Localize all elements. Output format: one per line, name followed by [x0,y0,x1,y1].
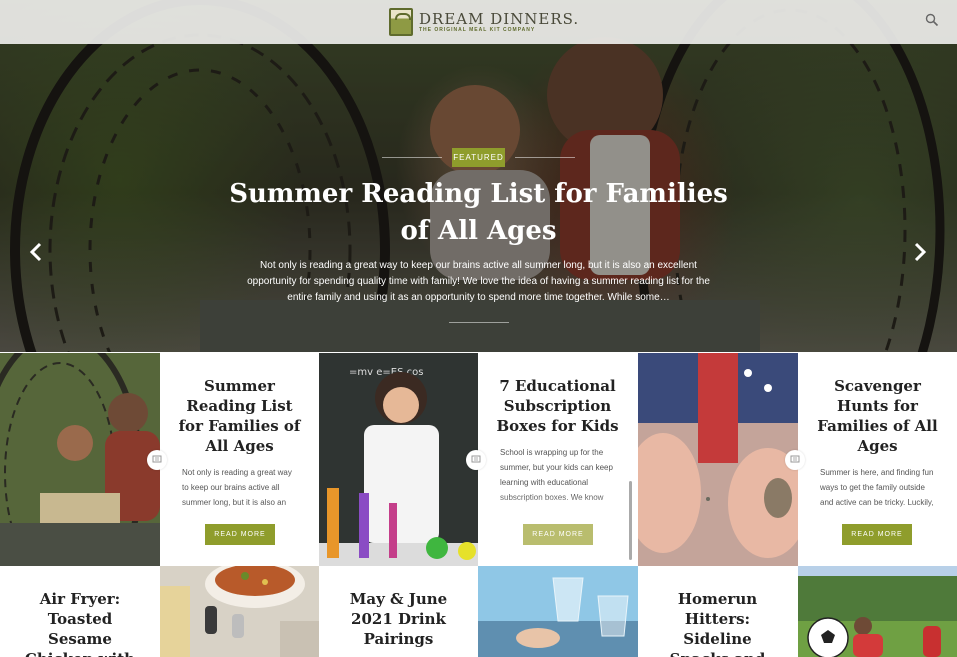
post-title[interactable]: Air Fryer: Toasted Sesame Chicken with [14,589,146,657]
post-image-soccer[interactable] [798,566,957,657]
chevron-right-icon[interactable] [912,242,928,262]
search-icon[interactable] [925,13,939,27]
post-image-drinks[interactable] [478,566,638,657]
logo-mark-icon [389,8,413,36]
post-title[interactable]: May & June 2021 Drink Pairings [333,589,464,649]
featured-hero[interactable]: FEATURED Summer Reading List for Familie… [0,0,957,352]
post-title[interactable]: Homerun Hitters: Sideline Snacks and [652,589,783,657]
comment-icon [466,450,486,470]
post-image-reading[interactable] [0,353,160,566]
card-scrollbar[interactable] [629,481,632,560]
post-image-science[interactable]: =mv e=ES cos E=mc² [319,353,478,566]
comment-icon [785,450,805,470]
comment-icon [147,450,167,470]
hero-excerpt: Not only is reading a great way to keep … [247,260,710,303]
post-card-air-fryer: Air Fryer: Toasted Sesame Chicken with [0,566,160,657]
logo-subtitle: THE ORIGINAL MEAL KIT COMPANY [419,26,536,33]
read-more-button[interactable]: READ MORE [523,524,593,545]
site-header: DREAM DINNERS. THE ORIGINAL MEAL KIT COM… [0,0,957,44]
hero-divider [449,322,509,323]
post-card-homerun: Homerun Hitters: Sideline Snacks and [638,566,798,657]
read-more-button[interactable]: READ MORE [205,524,275,545]
post-title[interactable]: 7 Educational Subscription Boxes for Kid… [492,376,623,436]
hero-title[interactable]: Summer Reading List for Families of All … [220,176,737,250]
logo-title: DREAM DINNERS. [419,9,580,28]
read-more-button[interactable]: READ MORE [842,524,912,545]
post-title[interactable]: Scavenger Hunts for Families of All Ages [812,376,943,456]
post-title[interactable]: Summer Reading List for Families of All … [174,376,305,456]
chevron-left-icon[interactable] [28,242,44,262]
post-card-reading: Summer Reading List for Families of All … [160,353,319,566]
post-card-subscription: 7 Educational Subscription Boxes for Kid… [478,353,638,566]
post-card-scavenger: Scavenger Hunts for Families of All Ages… [798,353,957,566]
site-logo[interactable]: DREAM DINNERS. THE ORIGINAL MEAL KIT COM… [389,7,579,37]
featured-badge: FEATURED [452,148,505,167]
post-image-scavenger[interactable] [638,353,798,566]
post-image-air-fryer[interactable] [160,566,319,657]
post-card-drink-pairings: May & June 2021 Drink Pairings [319,566,478,657]
